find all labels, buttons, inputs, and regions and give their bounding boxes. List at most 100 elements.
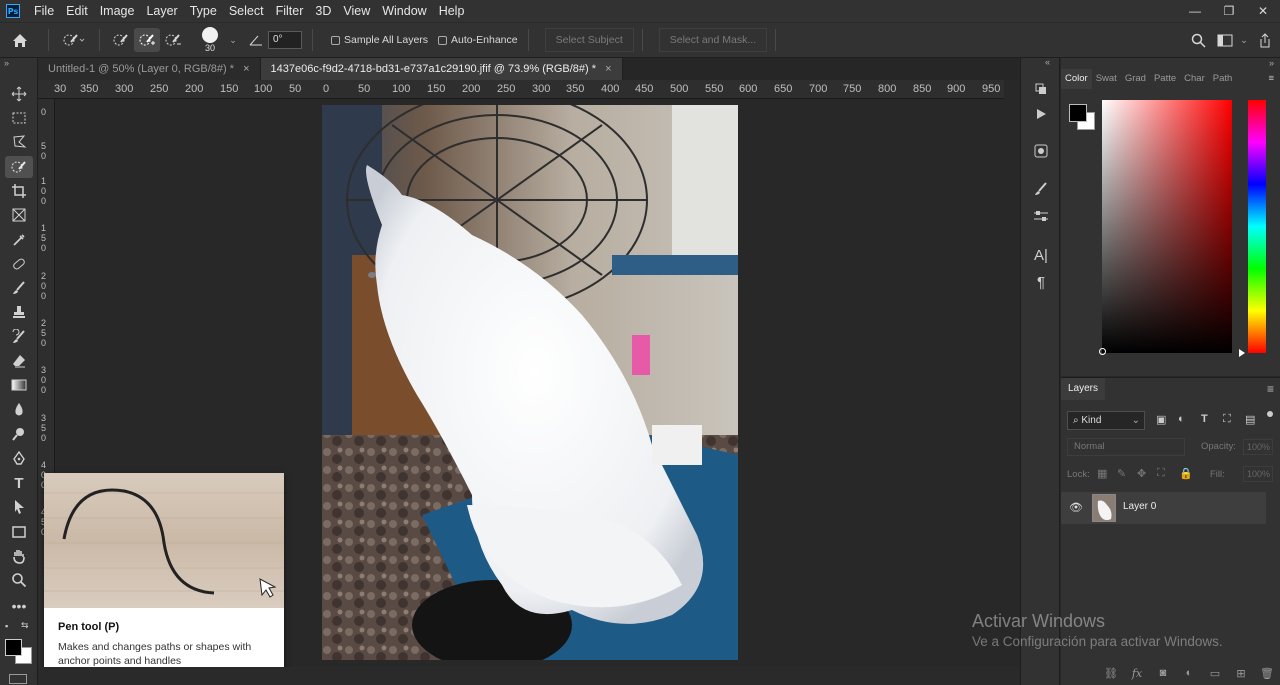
- blur-tool-icon[interactable]: [5, 399, 33, 421]
- zoom-tool-icon[interactable]: [5, 569, 33, 591]
- eraser-tool-icon[interactable]: [5, 350, 33, 372]
- menu-file[interactable]: File: [28, 0, 60, 22]
- actions-play-icon[interactable]: [1029, 103, 1053, 125]
- brush-size-picker[interactable]: 30: [192, 27, 228, 53]
- lasso-tool-icon[interactable]: [5, 131, 33, 153]
- pixel-layer-filter-icon[interactable]: ▣: [1156, 413, 1166, 426]
- tab-gradients[interactable]: Grad: [1121, 69, 1150, 89]
- lock-position-icon[interactable]: ✥: [1137, 467, 1146, 480]
- add-to-selection-icon[interactable]: [134, 28, 160, 52]
- tab-cat-image[interactable]: 1437e06c-f9d2-4718-bd31-e737a1c29190.jfi…: [260, 58, 623, 80]
- angle-input[interactable]: 0°: [268, 31, 302, 49]
- sample-all-layers-checkbox[interactable]: Sample All Layers: [331, 34, 428, 46]
- menu-type[interactable]: Type: [184, 0, 223, 22]
- clone-stamp-tool-icon[interactable]: [5, 301, 33, 323]
- adjustment-layer-filter-icon[interactable]: ◐: [1178, 413, 1185, 425]
- delete-layer-icon[interactable]: 🗑: [1254, 667, 1280, 680]
- tab-character[interactable]: Char: [1180, 69, 1209, 89]
- menu-filter[interactable]: Filter: [270, 0, 310, 22]
- tool-preset-picker[interactable]: [57, 32, 91, 48]
- new-group-icon[interactable]: ▭: [1202, 667, 1228, 680]
- hue-slider-handle[interactable]: [1239, 349, 1245, 357]
- move-tool-icon[interactable]: [5, 83, 33, 105]
- select-subject-button[interactable]: Select Subject: [544, 28, 634, 52]
- tab-paths[interactable]: Path: [1209, 69, 1237, 89]
- minimize-button[interactable]: —: [1178, 0, 1212, 22]
- new-layer-icon[interactable]: ⊞: [1228, 667, 1254, 680]
- smart-object-filter-icon[interactable]: ▤: [1245, 413, 1255, 426]
- saturation-brightness-field[interactable]: [1102, 100, 1232, 353]
- eye-icon[interactable]: 👁: [1069, 501, 1083, 514]
- paragraph-panel-icon[interactable]: ¶: [1029, 271, 1053, 293]
- foreground-color-swatch[interactable]: [5, 639, 22, 656]
- type-tool-icon[interactable]: T: [5, 472, 33, 494]
- rectangle-tool-icon[interactable]: [5, 521, 33, 543]
- collapse-panel-icon[interactable]: »: [1269, 58, 1274, 68]
- path-selection-tool-icon[interactable]: [5, 496, 33, 518]
- menu-3d[interactable]: 3D: [309, 0, 337, 22]
- tab-swatches[interactable]: Swat: [1092, 69, 1121, 89]
- cat-photo[interactable]: [322, 105, 738, 660]
- layer-row[interactable]: 👁 Layer 0: [1061, 492, 1266, 524]
- menu-select[interactable]: Select: [223, 0, 270, 22]
- panel-menu-icon[interactable]: ≡: [1268, 69, 1274, 89]
- history-brush-tool-icon[interactable]: [5, 326, 33, 348]
- menu-edit[interactable]: Edit: [60, 0, 94, 22]
- crop-tool-icon[interactable]: [5, 180, 33, 202]
- workspace-icon[interactable]: [1212, 34, 1238, 47]
- close-tab-icon[interactable]: ×: [605, 63, 611, 75]
- more-tools-icon[interactable]: •••: [5, 595, 33, 617]
- lock-all-icon[interactable]: 🔒: [1179, 467, 1193, 480]
- chevron-down-icon[interactable]: ⌄: [228, 35, 238, 46]
- hand-tool-icon[interactable]: [5, 545, 33, 567]
- close-tab-icon[interactable]: ×: [243, 63, 249, 75]
- panel-menu-icon[interactable]: ≡: [1267, 382, 1274, 396]
- quick-mask-icon[interactable]: [9, 674, 27, 684]
- adjustments-icon[interactable]: [1029, 205, 1053, 227]
- collapse-panels-icon[interactable]: «: [1045, 57, 1050, 67]
- close-window-button[interactable]: ✕: [1246, 0, 1280, 22]
- chevron-down-icon[interactable]: ⌄: [1238, 35, 1250, 46]
- tab-patterns[interactable]: Patte: [1150, 69, 1180, 89]
- blend-mode-select[interactable]: Normal: [1067, 438, 1185, 456]
- eyedropper-tool-icon[interactable]: [5, 229, 33, 251]
- marquee-tool-icon[interactable]: [5, 107, 33, 129]
- auto-enhance-checkbox[interactable]: Auto-Enhance: [438, 34, 518, 46]
- color-picker-handle[interactable]: [1099, 348, 1106, 355]
- frame-tool-icon[interactable]: [5, 204, 33, 226]
- shape-layer-filter-icon[interactable]: ⛶: [1223, 413, 1231, 426]
- tab-untitled-1[interactable]: Untitled-1 @ 50% (Layer 0, RGB/8#) * ×: [38, 58, 261, 80]
- home-icon[interactable]: [0, 33, 40, 48]
- lock-artboard-icon[interactable]: ⛶: [1157, 467, 1165, 480]
- menu-view[interactable]: View: [337, 0, 376, 22]
- dodge-tool-icon[interactable]: [5, 423, 33, 445]
- layer-style-icon[interactable]: fx: [1124, 667, 1150, 680]
- new-adjustment-icon[interactable]: ◐: [1176, 667, 1202, 679]
- brush-tool-icon[interactable]: [5, 277, 33, 299]
- brush-settings-icon[interactable]: [1029, 178, 1053, 200]
- layer-filter-kind-select[interactable]: ⌕ Kind ⌄: [1067, 411, 1145, 430]
- search-icon[interactable]: [1184, 33, 1212, 48]
- tab-color[interactable]: Color: [1061, 69, 1092, 89]
- tab-layers[interactable]: Layers: [1061, 378, 1106, 400]
- link-layers-icon[interactable]: ⛓: [1098, 667, 1124, 680]
- default-colors-icon[interactable]: ▪: [5, 621, 8, 631]
- menu-window[interactable]: Window: [376, 0, 432, 22]
- character-panel-icon[interactable]: A|: [1029, 244, 1053, 266]
- add-mask-icon[interactable]: ◙: [1150, 667, 1176, 679]
- subtract-from-selection-icon[interactable]: [160, 32, 186, 48]
- menu-layer[interactable]: Layer: [140, 0, 183, 22]
- lock-transparent-icon[interactable]: ▦: [1097, 467, 1107, 480]
- lock-pixels-icon[interactable]: ✎: [1117, 467, 1126, 480]
- restore-button[interactable]: ❐: [1212, 0, 1246, 22]
- hue-slider[interactable]: [1248, 100, 1266, 353]
- menu-image[interactable]: Image: [94, 0, 141, 22]
- type-layer-filter-icon[interactable]: T: [1201, 413, 1208, 425]
- 3d-panel-icon[interactable]: [1029, 140, 1053, 162]
- history-panel-icon[interactable]: [1029, 78, 1053, 100]
- foreground-color-swatch[interactable]: [1069, 104, 1087, 122]
- new-selection-icon[interactable]: [108, 32, 134, 48]
- healing-brush-tool-icon[interactable]: [5, 253, 33, 275]
- gradient-tool-icon[interactable]: [5, 374, 33, 396]
- collapse-toolbar-icon[interactable]: »: [4, 58, 9, 68]
